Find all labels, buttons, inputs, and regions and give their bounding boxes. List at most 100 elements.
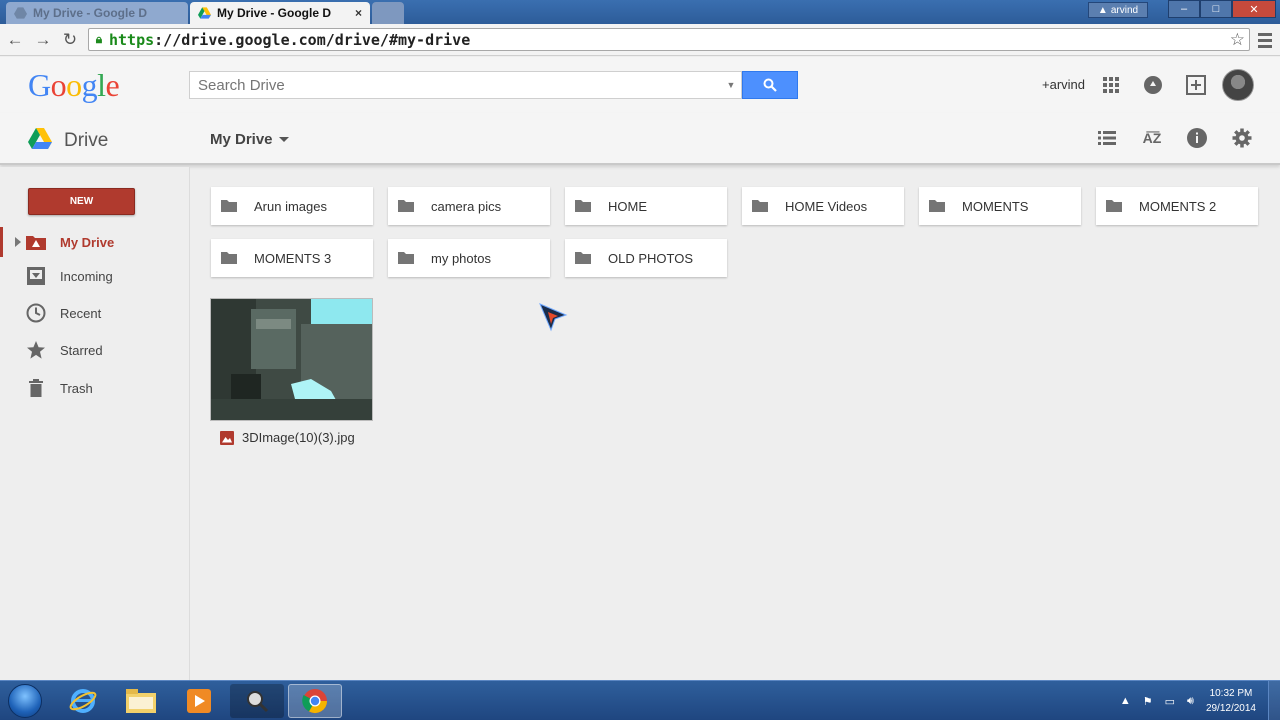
folder-name: camera pics bbox=[431, 198, 502, 214]
chrome-menu-icon[interactable] bbox=[1258, 30, 1272, 50]
folder-item[interactable]: HOME bbox=[565, 187, 727, 225]
chevron-down-icon bbox=[278, 137, 289, 142]
drive-logo-icon[interactable] bbox=[28, 128, 52, 149]
folder-icon bbox=[221, 200, 237, 212]
google-logo[interactable]: Google bbox=[28, 67, 120, 104]
window-controls: – □ ✕ bbox=[1168, 0, 1276, 18]
bookmark-star-icon[interactable]: ☆ bbox=[1230, 30, 1245, 50]
sidebar-item-recent[interactable]: Recent bbox=[0, 298, 189, 328]
image-file-icon bbox=[220, 430, 234, 445]
system-tray: ▲ ⚑ ▭ 🔊︎ 10:32 PM 29/12/2014 bbox=[1120, 681, 1280, 720]
browser-tab-active[interactable]: My Drive - Google D × bbox=[190, 2, 370, 24]
folder-name: OLD PHOTOS bbox=[608, 250, 694, 266]
folder-icon bbox=[398, 252, 414, 264]
file-thumbnail[interactable] bbox=[210, 298, 373, 421]
folder-item[interactable]: MOMENTS bbox=[919, 187, 1081, 225]
list-view-icon[interactable] bbox=[1096, 127, 1118, 149]
trash-icon bbox=[26, 378, 46, 398]
window-user-badge[interactable]: ▲ arvind bbox=[1088, 2, 1148, 18]
my-drive-menu[interactable]: My Drive bbox=[210, 131, 289, 148]
search-icon bbox=[763, 78, 777, 92]
new-button[interactable]: NEW bbox=[28, 188, 135, 215]
clock-time: 10:32 PM bbox=[1209, 688, 1253, 699]
folder-icon bbox=[575, 252, 591, 264]
sidebar-item-trash[interactable]: Trash bbox=[0, 373, 189, 403]
address-bar[interactable]: 🔒︎ https://drive.google.com/drive/#my-dr… bbox=[88, 28, 1250, 51]
folder-item[interactable]: HOME Videos bbox=[742, 187, 904, 225]
sidebar-item-starred[interactable]: Starred bbox=[0, 335, 189, 365]
folder-icon bbox=[1106, 200, 1122, 212]
apps-grid-icon[interactable] bbox=[1099, 73, 1123, 97]
settings-gear-icon[interactable] bbox=[1231, 127, 1253, 149]
sidebar-item-my-drive[interactable]: My Drive bbox=[0, 227, 189, 257]
file-explorer-icon[interactable] bbox=[114, 684, 168, 718]
folder-name: my photos bbox=[431, 250, 491, 266]
internet-explorer-icon[interactable] bbox=[56, 684, 110, 718]
volume-icon[interactable]: 🔊︎ bbox=[1187, 695, 1194, 708]
sidebar-item-incoming[interactable]: Incoming bbox=[0, 261, 189, 291]
maximize-button[interactable]: □ bbox=[1200, 0, 1232, 18]
action-center-icon[interactable]: ⚑ bbox=[1143, 695, 1153, 708]
drive-toolbar: Drive My Drive A͞Z bbox=[0, 113, 1280, 165]
clock-icon bbox=[26, 303, 46, 323]
tab-title: My Drive - Google D bbox=[217, 6, 332, 20]
drive-favicon-icon bbox=[14, 7, 27, 19]
back-icon[interactable]: ← bbox=[4, 29, 26, 51]
folder-item[interactable]: OLD PHOTOS bbox=[565, 239, 727, 277]
user-profile-link[interactable]: +arvind bbox=[1042, 77, 1085, 92]
folder-item[interactable]: my photos bbox=[388, 239, 550, 277]
drive-product-name[interactable]: Drive bbox=[64, 130, 108, 152]
network-icon[interactable]: ▭ bbox=[1165, 695, 1175, 708]
system-clock[interactable]: 10:32 PM 29/12/2014 bbox=[1206, 686, 1256, 716]
search-options-dropdown-icon[interactable]: ▼ bbox=[721, 80, 741, 90]
sidebar-item-label: Starred bbox=[60, 342, 103, 358]
my-drive-icon bbox=[26, 232, 46, 252]
current-location: My Drive bbox=[210, 131, 273, 148]
folder-name: MOMENTS bbox=[962, 198, 1029, 214]
url-scheme: https bbox=[109, 30, 155, 49]
sidebar: NEW My Drive Incoming Recent Starred Tra… bbox=[0, 167, 190, 680]
sidebar-item-label: My Drive bbox=[60, 234, 115, 250]
browser-tab-inactive[interactable]: My Drive - Google D bbox=[6, 2, 188, 24]
forward-icon[interactable]: → bbox=[32, 29, 54, 51]
reload-icon[interactable]: ↻ bbox=[59, 29, 81, 51]
info-icon[interactable] bbox=[1186, 127, 1208, 149]
search-button[interactable] bbox=[742, 71, 798, 99]
avatar[interactable] bbox=[1222, 69, 1254, 101]
folder-icon bbox=[575, 200, 591, 212]
taskbar: ▲ ⚑ ▭ 🔊︎ 10:32 PM 29/12/2014 bbox=[0, 680, 1280, 720]
notifications-icon[interactable] bbox=[1141, 73, 1165, 97]
chrome-taskbar-icon[interactable] bbox=[288, 684, 342, 718]
minimize-button[interactable]: – bbox=[1168, 0, 1200, 18]
folder-item[interactable]: MOMENTS 3 bbox=[211, 239, 373, 277]
star-icon bbox=[26, 340, 46, 360]
file-item[interactable]: 3DImage(10)(3).jpg bbox=[220, 430, 355, 445]
browser-toolbar: ← → ↻ 🔒︎ https://drive.google.com/drive/… bbox=[0, 24, 1280, 56]
media-player-icon[interactable] bbox=[172, 684, 226, 718]
folder-item[interactable]: Arun images bbox=[211, 187, 373, 225]
folder-item[interactable]: MOMENTS 2 bbox=[1096, 187, 1258, 225]
folder-icon bbox=[398, 200, 414, 212]
share-plus-icon[interactable] bbox=[1184, 73, 1208, 97]
show-hidden-icons[interactable]: ▲ bbox=[1120, 695, 1131, 707]
new-tab-button[interactable] bbox=[372, 2, 404, 24]
drive-favicon-icon bbox=[198, 7, 211, 19]
file-name: 3DImage(10)(3).jpg bbox=[242, 430, 355, 445]
show-desktop-button[interactable] bbox=[1268, 681, 1280, 720]
expand-arrow-icon[interactable] bbox=[15, 237, 21, 247]
image-thumbnail bbox=[211, 299, 372, 420]
user-icon: ▲ bbox=[1097, 4, 1108, 16]
sidebar-item-label: Recent bbox=[60, 305, 102, 321]
search-box: ▼ bbox=[189, 71, 742, 99]
sort-az-icon[interactable]: A͞Z bbox=[1141, 127, 1163, 149]
file-grid: Arun images camera pics HOME HOME Videos… bbox=[191, 167, 1280, 680]
close-window-button[interactable]: ✕ bbox=[1232, 0, 1276, 18]
close-tab-icon[interactable]: × bbox=[355, 6, 362, 20]
folder-item[interactable]: camera pics bbox=[388, 187, 550, 225]
search-input[interactable] bbox=[190, 76, 721, 94]
folder-name: HOME Videos bbox=[785, 198, 868, 214]
start-button[interactable] bbox=[8, 684, 42, 718]
url-path: ://drive.google.com/drive/#my-drive bbox=[154, 30, 471, 49]
google-header: Google ▼ +arvind bbox=[0, 57, 1280, 113]
magnifier-icon[interactable] bbox=[230, 684, 284, 718]
